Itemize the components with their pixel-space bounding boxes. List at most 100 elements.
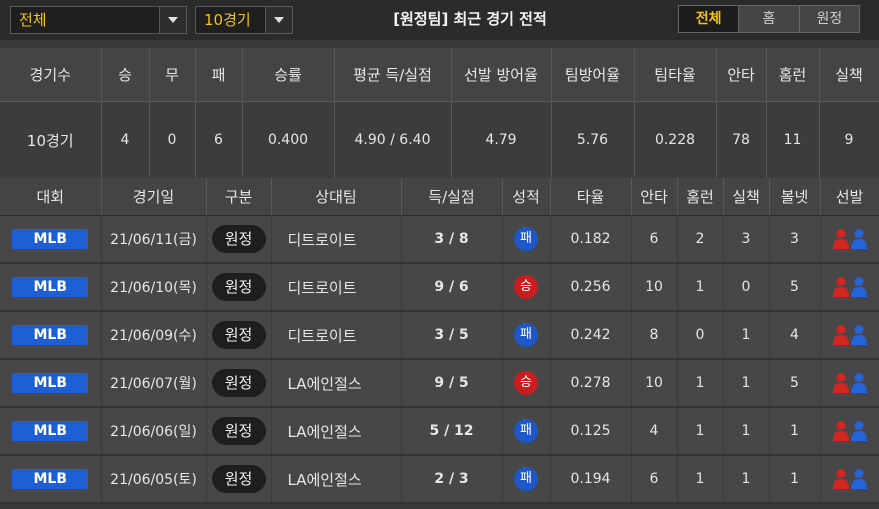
blue-person-icon[interactable] — [850, 372, 868, 394]
summary-header: 팀타율 — [634, 48, 717, 102]
red-person-icon[interactable] — [832, 468, 850, 490]
table-row[interactable]: MLB 21/06/05(토) 원정 LA에인절스 2 / 3 패 0.194 … — [0, 455, 879, 504]
scope-select[interactable]: 전체 — [10, 6, 187, 34]
summary-value: 6 — [195, 101, 243, 178]
opponent-cell[interactable]: LA에인절스 — [271, 455, 402, 504]
starter-cell — [820, 215, 879, 264]
opponent-cell[interactable]: 디트로이트 — [271, 215, 402, 264]
score-cell: 3 / 5 — [401, 311, 503, 360]
score-cell: 3 / 8 — [401, 215, 503, 264]
result-cell: 승 — [502, 359, 551, 408]
blue-person-icon[interactable] — [850, 468, 868, 490]
summary-table: 경기수 승 무 패 승률 평균 득/실점 선발 방어율 팀방어율 팀타율 안타 … — [0, 48, 879, 178]
errors-cell: 1 — [723, 359, 770, 408]
opponent-cell[interactable]: 디트로이트 — [271, 311, 402, 360]
blue-person-icon[interactable] — [850, 276, 868, 298]
chevron-down-icon[interactable] — [159, 7, 186, 33]
red-person-icon[interactable] — [832, 372, 850, 394]
table-row[interactable]: MLB 21/06/07(월) 원정 LA에인절스 9 / 5 승 0.278 … — [0, 359, 879, 408]
score-cell: 9 / 6 — [401, 263, 503, 312]
summary-value: 5.76 — [551, 101, 635, 178]
result-badge: 패 — [514, 227, 538, 251]
tab-home[interactable]: 홈 — [738, 6, 798, 32]
walks-cell: 4 — [769, 311, 821, 360]
summary-value: 9 — [819, 101, 879, 178]
date-cell: 21/06/07(월) — [101, 359, 207, 408]
type-cell: 원정 — [206, 359, 272, 408]
type-cell: 원정 — [206, 455, 272, 504]
league-cell: MLB — [0, 263, 102, 312]
table-row[interactable]: MLB 21/06/06(일) 원정 LA에인절스 5 / 12 패 0.125… — [0, 407, 879, 456]
result-cell: 패 — [502, 407, 551, 456]
errors-cell: 0 — [723, 263, 770, 312]
league-badge[interactable]: MLB — [12, 421, 89, 441]
games-header: 타율 — [550, 178, 632, 216]
tab-away[interactable]: 원정 — [798, 6, 859, 32]
walks-cell: 5 — [769, 263, 821, 312]
games-table: 대회 경기일 구분 상대팀 득/실점 성적 타율 안타 홈런 실책 볼넷 선발 … — [0, 178, 879, 504]
summary-header: 경기수 — [0, 48, 102, 102]
date-cell: 21/06/06(일) — [101, 407, 207, 456]
games-header: 선발 — [820, 178, 879, 216]
league-badge[interactable]: MLB — [12, 229, 89, 249]
summary-header: 패 — [195, 48, 243, 102]
result-cell: 패 — [502, 455, 551, 504]
games-header: 실책 — [723, 178, 770, 216]
blue-person-icon[interactable] — [850, 420, 868, 442]
table-row[interactable]: MLB 21/06/10(목) 원정 디트로이트 9 / 6 승 0.256 1… — [0, 263, 879, 312]
opponent-cell[interactable]: LA에인절스 — [271, 407, 402, 456]
summary-header: 안타 — [716, 48, 767, 102]
avg-cell: 0.278 — [550, 359, 632, 408]
summary-value: 0.228 — [634, 101, 717, 178]
league-cell: MLB — [0, 311, 102, 360]
games-header: 홈런 — [677, 178, 724, 216]
game-type-badge: 원정 — [211, 417, 266, 445]
walks-cell: 3 — [769, 215, 821, 264]
red-person-icon[interactable] — [832, 228, 850, 250]
summary-header: 무 — [149, 48, 196, 102]
result-cell: 패 — [502, 311, 551, 360]
count-select[interactable]: 10경기 — [195, 6, 293, 34]
blue-person-icon[interactable] — [850, 324, 868, 346]
league-badge[interactable]: MLB — [12, 325, 89, 345]
result-badge: 패 — [514, 467, 538, 491]
summary-header: 실책 — [819, 48, 879, 102]
count-select-value: 10경기 — [204, 11, 251, 29]
league-badge[interactable]: MLB — [12, 277, 89, 297]
league-badge[interactable]: MLB — [12, 373, 89, 393]
league-cell: MLB — [0, 407, 102, 456]
result-badge: 승 — [514, 371, 538, 395]
league-cell: MLB — [0, 455, 102, 504]
starter-cell — [820, 455, 879, 504]
summary-value: 78 — [716, 101, 767, 178]
blue-person-icon[interactable] — [850, 228, 868, 250]
result-badge: 패 — [514, 419, 538, 443]
starter-cell — [820, 263, 879, 312]
tab-all[interactable]: 전체 — [679, 6, 739, 32]
table-row[interactable]: MLB 21/06/09(수) 원정 디트로이트 3 / 5 패 0.242 8… — [0, 311, 879, 360]
league-badge[interactable]: MLB — [12, 469, 89, 489]
result-badge: 승 — [514, 275, 538, 299]
summary-header: 선발 방어율 — [451, 48, 552, 102]
red-person-icon[interactable] — [832, 420, 850, 442]
date-cell: 21/06/11(금) — [101, 215, 207, 264]
red-person-icon[interactable] — [832, 276, 850, 298]
errors-cell: 3 — [723, 215, 770, 264]
errors-cell: 1 — [723, 311, 770, 360]
starter-cell — [820, 311, 879, 360]
hits-cell: 8 — [631, 311, 678, 360]
summary-header-row: 경기수 승 무 패 승률 평균 득/실점 선발 방어율 팀방어율 팀타율 안타 … — [0, 48, 879, 102]
hr-cell: 1 — [677, 407, 724, 456]
result-badge: 패 — [514, 323, 538, 347]
red-person-icon[interactable] — [832, 324, 850, 346]
games-header: 대회 — [0, 178, 102, 216]
opponent-cell[interactable]: LA에인절스 — [271, 359, 402, 408]
type-cell: 원정 — [206, 407, 272, 456]
chevron-down-icon[interactable] — [265, 7, 292, 33]
table-row[interactable]: MLB 21/06/11(금) 원정 디트로이트 3 / 8 패 0.182 6… — [0, 215, 879, 264]
date-cell: 21/06/09(수) — [101, 311, 207, 360]
league-cell: MLB — [0, 359, 102, 408]
opponent-cell[interactable]: 디트로이트 — [271, 263, 402, 312]
games-header: 구분 — [206, 178, 272, 216]
date-cell: 21/06/10(목) — [101, 263, 207, 312]
